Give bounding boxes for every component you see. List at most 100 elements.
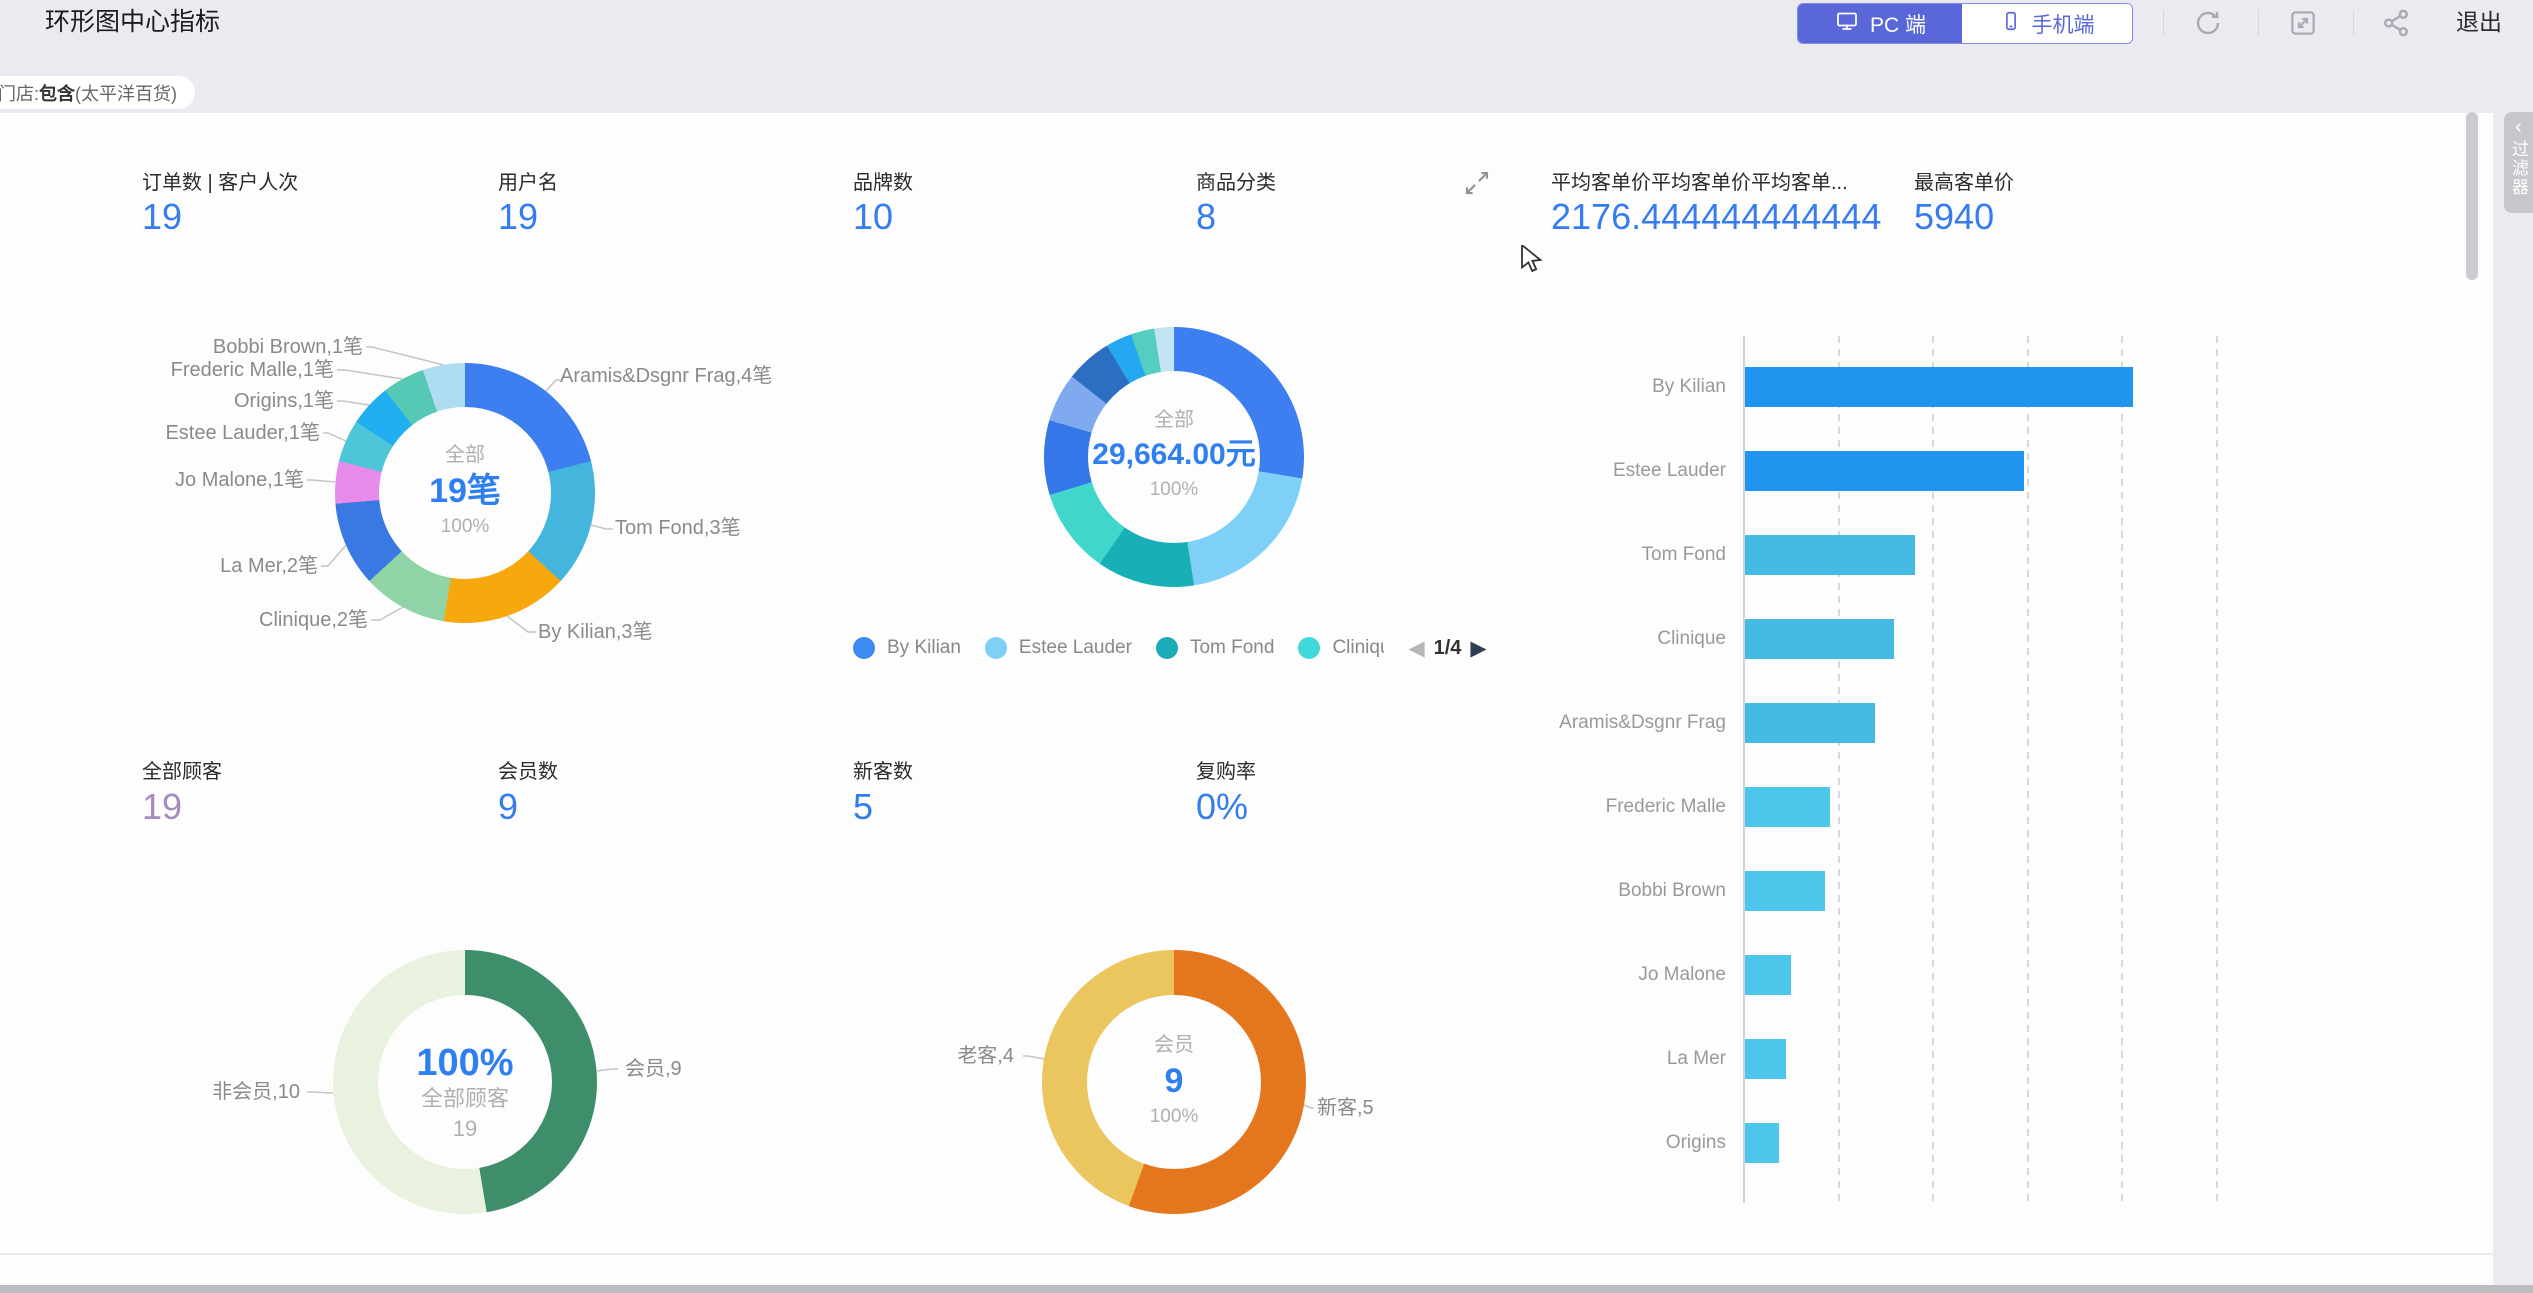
bar-category-label: Jo Malone [1450, 962, 1726, 988]
filter-chip-prefix: 门店: [0, 80, 39, 106]
kpi-value: 9 [498, 786, 518, 828]
filter-chip[interactable]: 门店: 包含 (太平洋百货) [0, 76, 195, 109]
header-bar: 环形图中心指标 PC 端 手机端 [0, 0, 2533, 45]
divider [2163, 10, 2164, 36]
kpi-label: 品牌数 [853, 166, 913, 195]
center-total: 19 [365, 1114, 565, 1144]
legend-label: By Kilian [887, 637, 961, 659]
slice-label: 新客,5 [1317, 1095, 1374, 1121]
kpi-label: 用户名 [498, 166, 558, 195]
center-percent: 100% [1074, 1102, 1274, 1132]
filter-chip-suffix: (太平洋百货) [75, 80, 177, 106]
bar-category-label: Origins [1450, 1130, 1726, 1156]
slice-label: Bobbi Brown,1笔 [213, 334, 363, 360]
bar[interactable] [1745, 787, 1830, 827]
center-label: 全部 [1054, 405, 1294, 435]
bar-category-label: Frederic Malle [1450, 794, 1726, 820]
fullscreen-icon[interactable] [2287, 7, 2319, 39]
donut-members-center: 100% 全部顾客 19 [365, 1042, 565, 1144]
bar[interactable] [1745, 1039, 1786, 1079]
kpi-value: 5940 [1914, 196, 1994, 238]
bar[interactable] [1745, 619, 1894, 659]
divider [2353, 10, 2354, 36]
device-toggle: PC 端 手机端 [1797, 3, 2133, 44]
sales-legend: By Kilian Estee Lauder Tom Fond Clinique… [853, 635, 1487, 661]
bar[interactable] [1745, 451, 2024, 491]
slice-label: 老客,4 [957, 1043, 1014, 1069]
kpi-label: 商品分类 [1196, 166, 1276, 195]
kpi-value: 19 [498, 196, 538, 238]
slice-label: Clinique,2笔 [259, 607, 368, 633]
kpi-value: 5 [853, 786, 873, 828]
bottom-scrollbar-track[interactable] [0, 1285, 2533, 1293]
bar[interactable] [1745, 1123, 1779, 1163]
kpi-label: 平均客单价平均客单价平均客单... [1551, 166, 1896, 195]
center-value: 19笔 [365, 470, 565, 512]
monitor-icon [1834, 9, 1860, 39]
kpi-value: 19 [142, 786, 182, 828]
legend-label: Tom Fond [1190, 637, 1274, 659]
kpi-label: 新客数 [853, 755, 913, 784]
smartphone-icon [2000, 9, 2022, 39]
chevron-left-icon: ‹ [2515, 114, 2522, 140]
center-label: 会员 [1074, 1030, 1274, 1060]
legend-dot [1156, 637, 1178, 659]
kpi-value: 19 [142, 196, 182, 238]
bar-category-label: By Kilian [1450, 374, 1726, 400]
refresh-icon[interactable] [2192, 7, 2224, 39]
bar-category-label: Estee Lauder [1450, 458, 1726, 484]
center-percent: 100% [365, 512, 565, 542]
vertical-scrollbar-thumb[interactable] [2466, 112, 2478, 280]
slice-label: Origins,1笔 [234, 388, 334, 414]
center-percent: 100% [1054, 475, 1294, 505]
tab-pc[interactable]: PC 端 [1798, 4, 1962, 43]
center-value: 29,664.00元 [1054, 435, 1294, 475]
legend-dot [985, 637, 1007, 659]
tab-mobile-label: 手机端 [2032, 9, 2095, 39]
center-value: 9 [1074, 1060, 1274, 1102]
slice-label: La Mer,2笔 [220, 553, 318, 579]
bar-category-label: Bobbi Brown [1450, 878, 1726, 904]
legend-label: Clinique [1332, 637, 1384, 659]
bar-category-label: Aramis&Dsgnr Frag [1450, 710, 1726, 736]
bar-category-label: Clinique [1450, 626, 1726, 652]
kpi-value: 2176.44444444444444 [1551, 196, 1881, 238]
bar[interactable] [1745, 703, 1875, 743]
slice-label: Tom Fond,3笔 [615, 515, 741, 541]
slice-label: By Kilian,3笔 [538, 619, 653, 645]
legend-dot [1298, 637, 1320, 659]
legend-prev-icon[interactable]: ◀ [1408, 636, 1424, 661]
legend-item[interactable]: Clinique [1298, 637, 1384, 659]
slice-label: 会员,9 [625, 1056, 682, 1082]
kpi-value: 8 [1196, 196, 1216, 238]
legend-item[interactable]: By Kilian [853, 637, 961, 659]
legend-dot [853, 637, 875, 659]
exit-button[interactable]: 退出 [2456, 0, 2502, 45]
center-value: 100% [365, 1042, 565, 1084]
filter-panel-tab[interactable]: ‹ 过滤器 [2504, 112, 2533, 213]
bar[interactable] [1745, 367, 2133, 407]
legend-item[interactable]: Estee Lauder [985, 637, 1132, 659]
dashboard-page: 环形图中心指标 PC 端 手机端 [0, 0, 2533, 1293]
filter-chip-keyword: 包含 [39, 80, 75, 106]
tab-mobile[interactable]: 手机端 [1962, 4, 2132, 43]
kpi-value: 10 [853, 196, 893, 238]
diagonal-expand-arrows-icon[interactable] [1462, 168, 1492, 203]
kpi-value: 0% [1196, 786, 1248, 828]
kpi-label: 复购率 [1196, 755, 1256, 784]
legend-item[interactable]: Tom Fond [1156, 637, 1274, 659]
bar[interactable] [1745, 871, 1825, 911]
slice-label: Frederic Malle,1笔 [171, 357, 334, 383]
donut-orders-center: 全部 19笔 100% [365, 440, 565, 542]
mouse-cursor-icon [1520, 245, 1546, 278]
kpi-label: 最高客单价 [1914, 166, 2014, 195]
bar[interactable] [1745, 955, 1791, 995]
slice-label: Estee Lauder,1笔 [165, 420, 320, 446]
bar-category-label: Tom Fond [1450, 542, 1726, 568]
bar[interactable] [1745, 535, 1915, 575]
legend-label: Estee Lauder [1019, 637, 1132, 659]
slice-label: Aramis&Dsgnr Frag,4笔 [560, 363, 772, 389]
share-icon[interactable] [2380, 7, 2412, 39]
center-label: 全部顾客 [365, 1084, 565, 1114]
slice-label: Jo Malone,1笔 [175, 467, 304, 493]
